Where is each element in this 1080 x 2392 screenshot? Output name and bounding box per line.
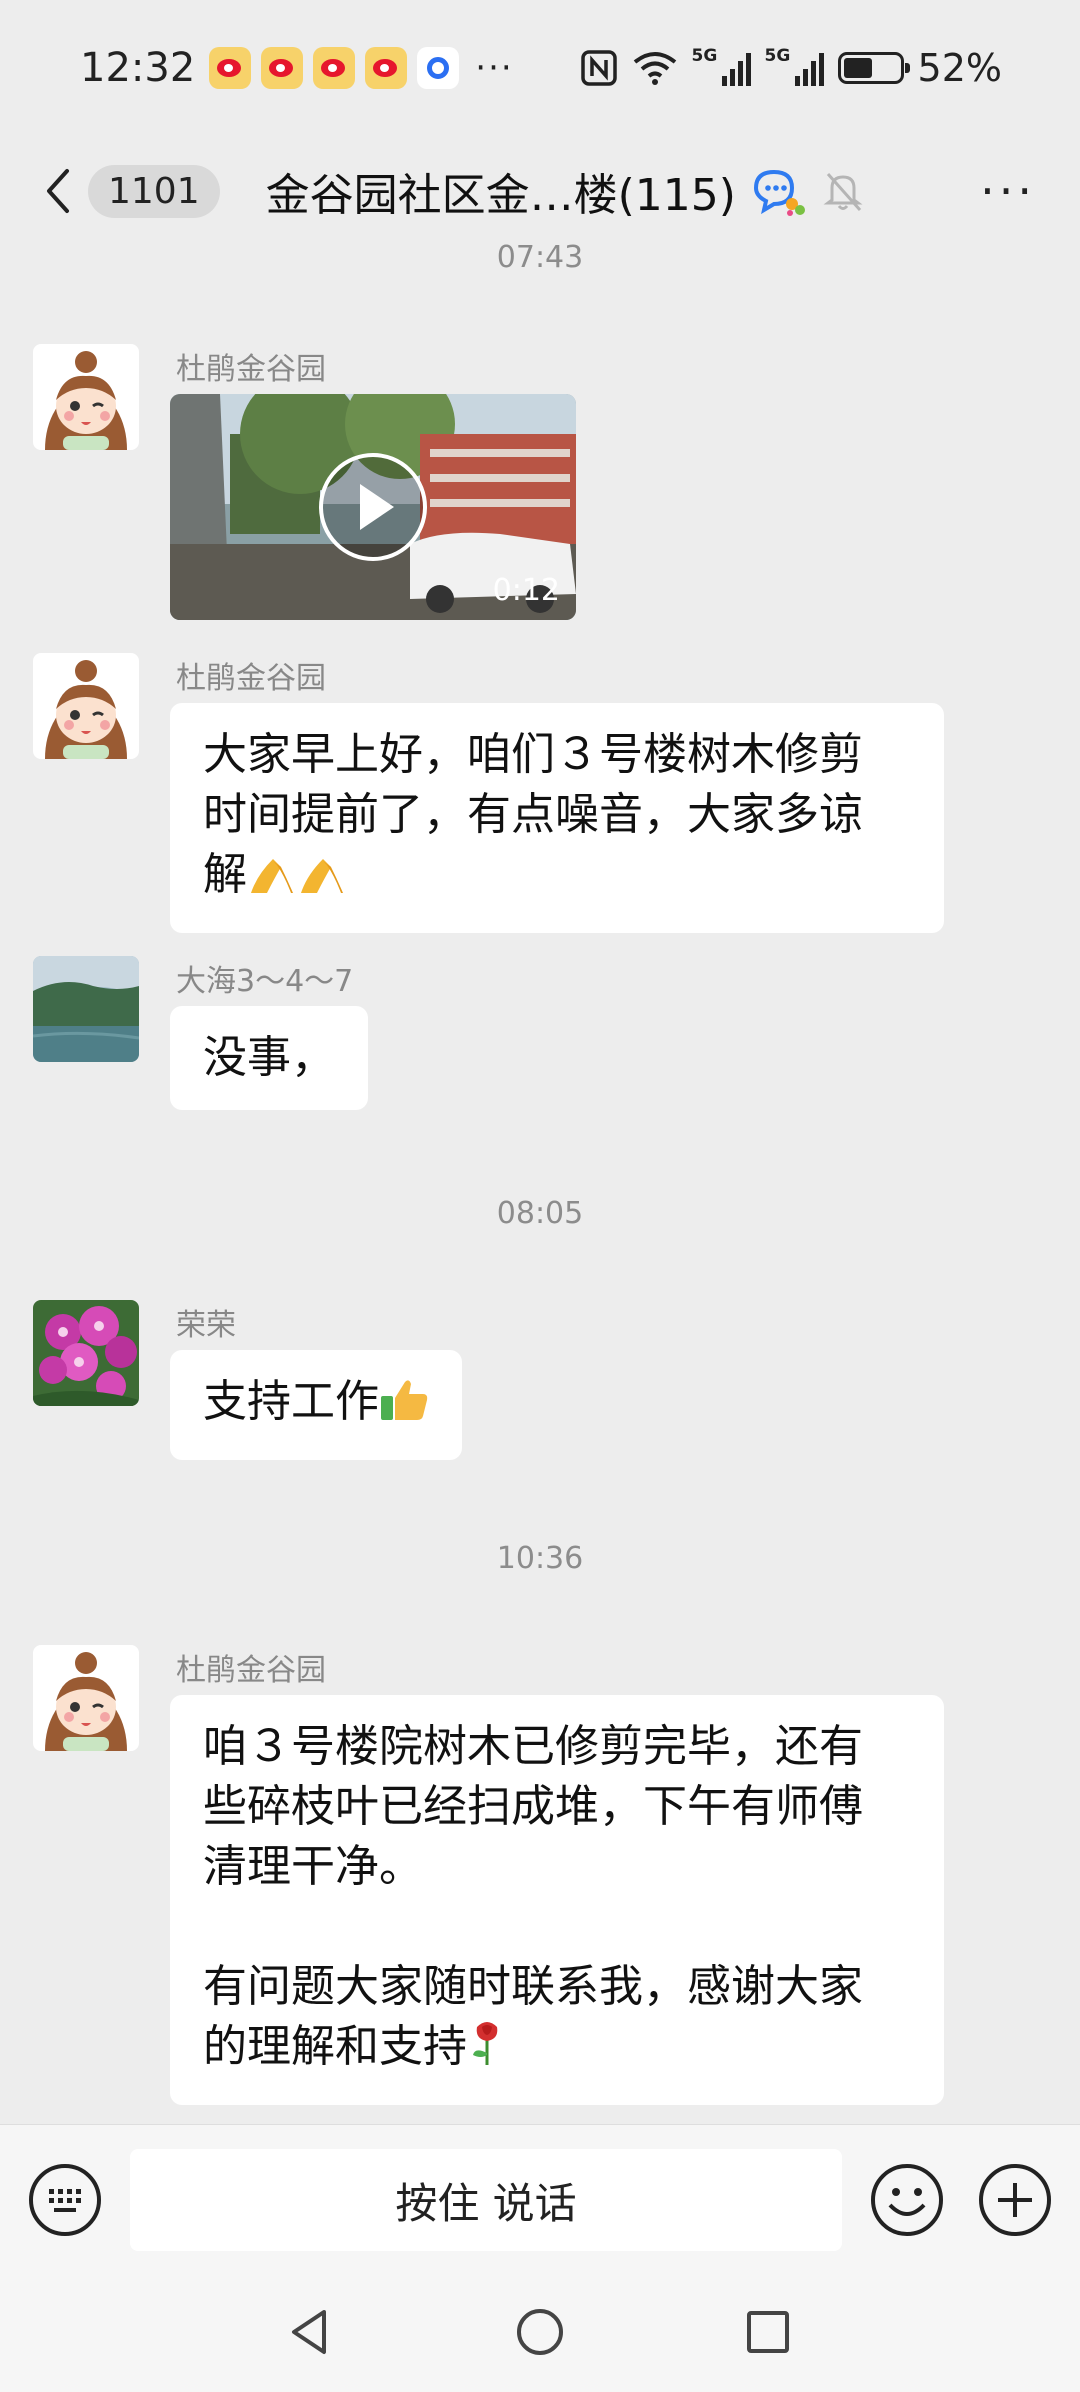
- rose-emoji: [467, 2019, 507, 2083]
- nav-recents-button[interactable]: [738, 2302, 798, 2362]
- message-text: 有问题大家随时联系我，感谢大家: [203, 1961, 863, 2012]
- more-functions-button[interactable]: [978, 2163, 1052, 2237]
- mute-bell-icon: [820, 168, 866, 214]
- message-text: 时间提前了，有点噪音，大家多谅: [203, 789, 863, 840]
- unread-count-badge[interactable]: 1101: [88, 164, 220, 218]
- signal-5g-2: 5G: [765, 46, 824, 86]
- back-icon: [47, 169, 69, 213]
- weibo-icon: [313, 46, 356, 89]
- weibo-icon: [261, 46, 304, 89]
- keyboard-toggle-button[interactable]: [28, 2163, 102, 2237]
- chat-message: 荣荣 支持工作: [33, 1300, 1033, 1460]
- video-message[interactable]: 0:12: [170, 394, 576, 620]
- app-notification-icon: [417, 46, 460, 89]
- weibo-icon: [365, 46, 408, 89]
- nav-back-button[interactable]: [280, 2302, 340, 2362]
- weibo-icon: [209, 46, 252, 89]
- chat-header: 1101 金谷园社区金…楼(115) ···: [0, 135, 1080, 247]
- nfc-icon: [580, 49, 617, 86]
- avatar[interactable]: [33, 956, 139, 1062]
- message-text: 咱３号楼院树木已修剪完毕，还有: [203, 1721, 863, 1772]
- notification-icons: ···: [209, 46, 514, 89]
- message-bubble[interactable]: 支持工作: [170, 1350, 462, 1460]
- nav-recents-icon: [747, 2311, 789, 2353]
- chat-title[interactable]: 金谷园社区金…楼(115): [266, 159, 736, 223]
- back-button[interactable]: [30, 156, 86, 226]
- more-notifications: ···: [475, 47, 514, 88]
- battery-icon: [837, 51, 910, 84]
- avatar[interactable]: [33, 653, 139, 759]
- battery-percent: 52%: [917, 45, 1002, 90]
- emoji-button[interactable]: [870, 2163, 944, 2237]
- keyboard-icon: [29, 2164, 101, 2236]
- message-bubble[interactable]: 大家早上好，咱们３号楼树木修剪 时间提前了，有点噪音，大家多谅 解: [170, 703, 944, 933]
- nav-home-button[interactable]: [510, 2302, 570, 2362]
- sender-name: 大海3～4～7: [176, 964, 354, 999]
- plus-icon: [979, 2164, 1051, 2236]
- thumbs-up-emoji: [379, 1376, 429, 1438]
- group-chat-icon: [750, 166, 806, 216]
- praying-hands-emoji: [247, 849, 347, 911]
- more-options-button[interactable]: ···: [980, 164, 1050, 218]
- chat-message: 杜鹃金谷园 0:12: [33, 344, 1033, 624]
- hold-to-talk-button[interactable]: 按住 说话: [130, 2149, 842, 2251]
- emoji-icon: [871, 2164, 943, 2236]
- system-nav-bar: [0, 2272, 1080, 2392]
- nav-home-icon: [517, 2309, 563, 2355]
- chat-message: 大海3～4～7 没事，: [33, 956, 1033, 1116]
- chat-message: 杜鹃金谷园 咱３号楼院树木已修剪完毕，还有 些碎枝叶已经扫成堆，下午有师傅 清理…: [33, 1645, 1033, 2105]
- status-time: 12:32: [80, 44, 196, 91]
- video-duration: 0:12: [492, 573, 560, 608]
- avatar[interactable]: [33, 344, 139, 450]
- message-text: 清理干净。: [203, 1841, 423, 1892]
- message-text: 大家早上好，咱们３号楼树木修剪: [203, 729, 863, 780]
- message-blank-line: [203, 1897, 911, 1957]
- signal-5g-1: 5G: [692, 46, 751, 86]
- input-bar: 按住 说话: [0, 2124, 1080, 2272]
- message-text: 些碎枝叶已经扫成堆，下午有师傅: [203, 1781, 863, 1832]
- status-bar: 12:32 ··· 5G 5G 52%: [0, 0, 1080, 135]
- message-text: 的理解和支持: [203, 2021, 467, 2072]
- chat-message: 杜鹃金谷园 大家早上好，咱们３号楼树木修剪 时间提前了，有点噪音，大家多谅 解: [33, 653, 1033, 933]
- message-bubble[interactable]: 咱３号楼院树木已修剪完毕，还有 些碎枝叶已经扫成堆，下午有师傅 清理干净。 有问…: [170, 1695, 944, 2105]
- message-bubble[interactable]: 没事，: [170, 1006, 368, 1110]
- sender-name: 杜鹃金谷园: [176, 661, 326, 696]
- avatar[interactable]: [33, 1300, 139, 1406]
- timestamp: 10:36: [496, 1541, 584, 1576]
- timestamp: 08:05: [496, 1196, 584, 1231]
- sender-name: 杜鹃金谷园: [176, 1653, 326, 1688]
- sender-name: 荣荣: [176, 1308, 236, 1343]
- message-text: 解: [203, 849, 247, 900]
- message-text: 支持工作: [203, 1376, 379, 1427]
- timestamp: 07:43: [496, 240, 584, 275]
- status-right: 5G 5G 52%: [580, 46, 1002, 90]
- avatar[interactable]: [33, 1645, 139, 1751]
- nav-back-icon: [292, 2310, 326, 2354]
- sender-name: 杜鹃金谷园: [176, 352, 326, 387]
- message-text: 没事，: [203, 1032, 335, 1083]
- wifi-icon: [633, 51, 676, 85]
